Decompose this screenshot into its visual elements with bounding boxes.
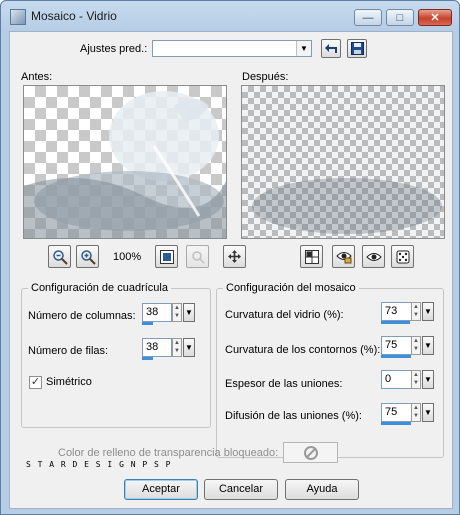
joint-thickness-label: Espesor de las uniones: [225,378,343,390]
edge-curvature-slider-bar[interactable] [381,355,411,358]
symmetric-label: Simétrico [46,376,92,388]
proof-button[interactable] [300,245,323,268]
grid-settings-group: Configuración de cuadrícula Número de co… [21,282,211,428]
rows-input[interactable]: 38 [142,338,172,357]
minimize-icon: — [362,11,374,24]
grid-layout-icon [304,249,319,264]
no-color-icon [303,445,318,460]
before-preview[interactable] [23,85,227,239]
move-arrows-icon [228,250,241,263]
mosaic-settings-title: Configuración del mosaico [223,282,359,294]
watermark-text: S T A R D E S I G N P S P [26,460,172,469]
zoom-100-button[interactable] [155,245,178,268]
minimize-button[interactable]: — [354,9,382,26]
edge-curvature-label: Curvatura de los contornos (%): [225,344,381,356]
actual-size-icon [159,249,174,264]
rows-slider-bar[interactable] [142,357,153,360]
edge-curvature-dropdown[interactable]: ▼ [422,336,434,355]
presets-label: Ajustes pred.: [80,43,148,55]
close-icon: ✕ [430,12,440,24]
save-preset-button[interactable] [347,39,367,58]
columns-label: Número de columnas: [28,310,136,322]
dropdown-arrow-icon: ▼ [296,41,311,56]
fill-color-swatch[interactable] [283,442,338,463]
columns-slider-dropdown[interactable]: ▼ [183,303,195,322]
columns-slider-bar[interactable] [142,322,153,325]
glass-curvature-spinner[interactable]: ▲ ▼ [411,302,421,321]
dialog-window: Mosaico - Vidrio — □ ✕ Ajustes pred.: ▼ [0,0,460,515]
reset-preset-button[interactable] [321,39,341,58]
zoom-out-button[interactable] [48,245,71,268]
joint-diffusion-label: Difusión de las uniones (%): [225,410,362,422]
before-label: Antes: [21,71,53,83]
presets-dropdown[interactable]: ▼ [152,40,312,57]
zoom-level: 100% [113,251,142,263]
magnifier-disabled-icon [191,250,205,264]
dice-icon [396,250,409,263]
glass-curvature-dropdown[interactable]: ▼ [422,302,434,321]
joint-diffusion-spinner[interactable]: ▲ ▼ [411,403,421,422]
undo-arrow-icon [325,43,337,53]
edge-curvature-spinner[interactable]: ▲ ▼ [411,336,421,355]
rows-spinner[interactable]: ▲ ▼ [172,338,182,357]
randomize-button[interactable] [391,245,414,268]
cancel-button[interactable]: Cancelar [204,479,278,500]
auto-proof-button[interactable] [332,245,355,268]
floppy-disk-icon [350,42,364,55]
title-bar[interactable]: Mosaico - Vidrio — □ ✕ [1,1,459,31]
eye-lock-icon [335,251,352,263]
preview-toggle-button[interactable] [362,245,385,268]
joint-diffusion-slider-bar[interactable] [381,422,411,425]
zoom-in-icon [80,249,96,265]
after-label: Después: [242,71,289,83]
eye-icon [365,252,382,261]
maximize-icon: □ [396,11,404,24]
grid-settings-title: Configuración de cuadrícula [28,282,171,294]
pan-button[interactable] [223,245,246,268]
zoom-out-icon [52,249,68,265]
mosaic-settings-group: Configuración del mosaico Curvatura del … [216,282,444,458]
symmetric-checkbox[interactable]: ✓ [29,376,42,389]
columns-spinner[interactable]: ▲ ▼ [172,303,182,322]
after-image [242,86,444,238]
fill-color-label: Color de relleno de transparencia bloque… [58,447,279,459]
maximize-button[interactable]: □ [386,9,414,26]
close-button[interactable]: ✕ [418,9,452,26]
dialog-client-area: Ajustes pred.: ▼ Antes: Después: 100% Co… [9,31,453,509]
joint-diffusion-dropdown[interactable]: ▼ [422,403,434,422]
glass-curvature-label: Curvatura del vidrio (%): [225,309,344,321]
help-button[interactable]: Ayuda [285,479,359,500]
window-title: Mosaico - Vidrio [31,9,117,23]
rows-label: Número de filas: [28,345,109,357]
joint-thickness-dropdown[interactable]: ▼ [422,370,434,389]
zoom-in-button[interactable] [76,245,99,268]
before-image [24,91,226,238]
glass-curvature-slider-bar[interactable] [381,321,410,324]
ok-button[interactable]: Aceptar [124,479,198,500]
app-icon [10,9,26,25]
columns-input[interactable]: 38 [142,303,172,322]
after-preview[interactable] [241,85,445,239]
joint-thickness-spinner[interactable]: ▲ ▼ [411,370,421,389]
rows-slider-dropdown[interactable]: ▼ [183,338,195,357]
navigate-button[interactable] [186,245,209,268]
